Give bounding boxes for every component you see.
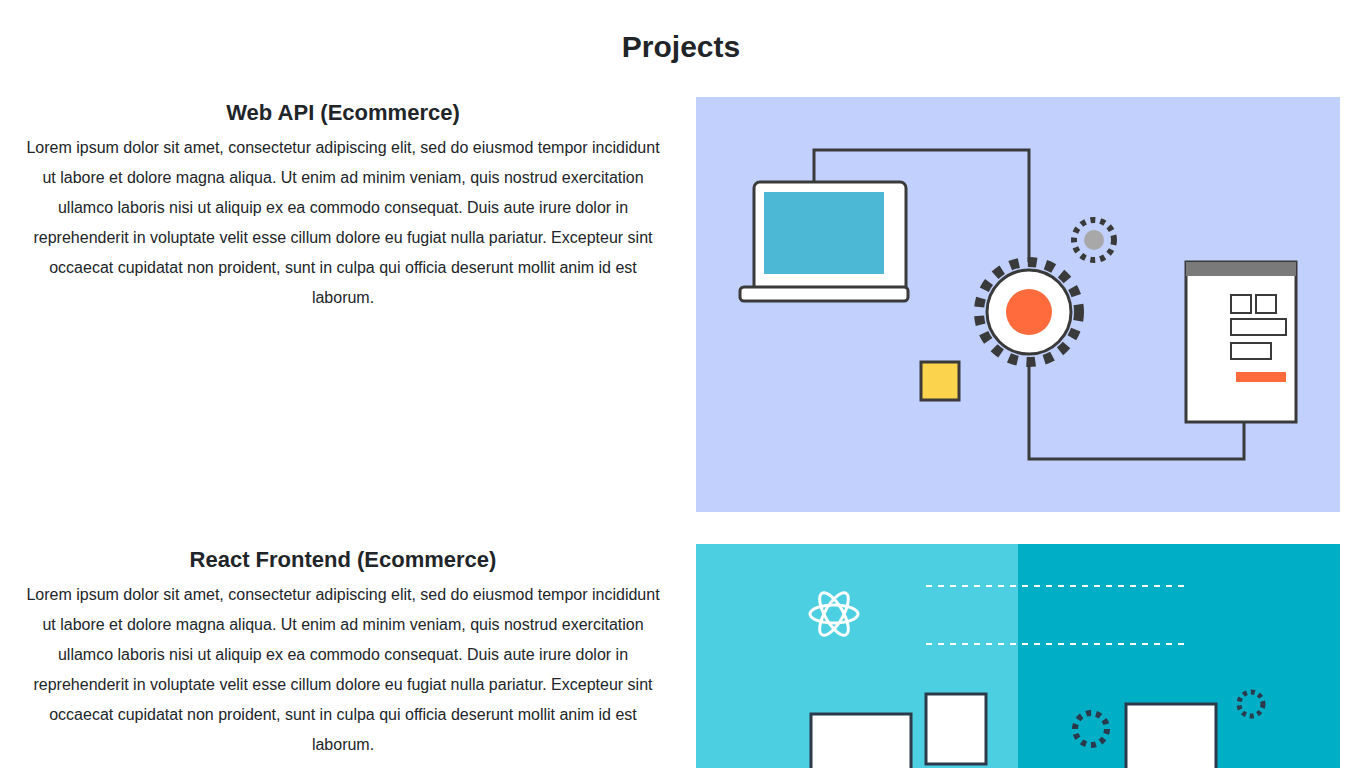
project-text: Web API (Ecommerce) Lorem ipsum dolor sit… xyxy=(0,97,686,313)
project-row: React Frontend (Ecommerce) Lorem ipsum do… xyxy=(0,544,1340,768)
api-illustration xyxy=(696,97,1340,512)
projects-list: Web API (Ecommerce) Lorem ipsum dolor sit… xyxy=(0,97,1362,768)
react-node-illustration xyxy=(696,544,1340,768)
project-image xyxy=(696,544,1340,768)
project-description: Lorem ipsum dolor sit amet, consectetur … xyxy=(24,580,662,760)
project-title: React Frontend (Ecommerce) xyxy=(24,544,662,576)
project-text: React Frontend (Ecommerce) Lorem ipsum do… xyxy=(0,544,686,760)
project-description: Lorem ipsum dolor sit amet, consectetur … xyxy=(24,133,662,313)
projects-heading: Projects xyxy=(0,28,1362,66)
project-image xyxy=(696,97,1340,512)
projects-page: Projects Web API (Ecommerce) Lorem ipsum d… xyxy=(0,0,1362,768)
project-row: Web API (Ecommerce) Lorem ipsum dolor sit… xyxy=(0,97,1340,512)
project-title: Web API (Ecommerce) xyxy=(24,97,662,129)
